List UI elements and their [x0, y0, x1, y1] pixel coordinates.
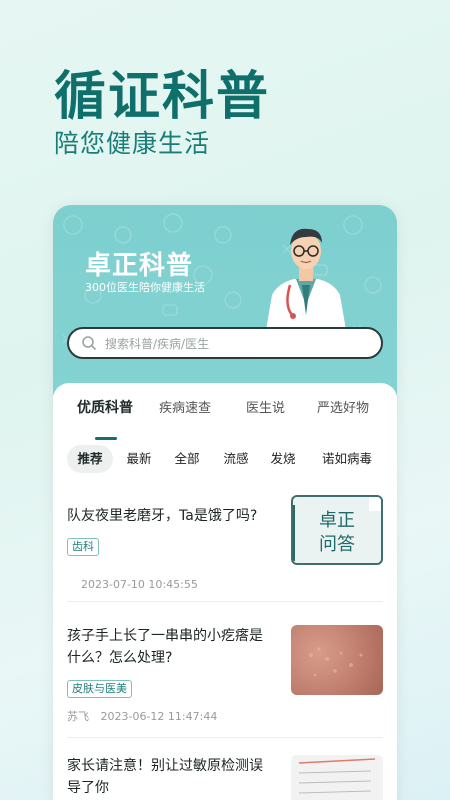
divider: [67, 737, 383, 738]
article-meta: 苏飞 2023-06-12 11:47:44: [67, 708, 383, 724]
article-date: 2023-07-10 10:45:55: [81, 578, 198, 591]
search-input[interactable]: 搜索科普/疾病/医生: [105, 335, 209, 352]
main-content: 优质科普 疾病速查 医生说 严选好物 推荐 最新 全部 流感 发烧 诺如病毒 队…: [53, 383, 397, 800]
filter-fever[interactable]: 发烧: [263, 445, 303, 473]
doctor-illustration: [266, 228, 346, 330]
article-date: 2023-06-12 11:47:44: [100, 710, 218, 723]
hero-subtitle: 陪您健康生活: [54, 129, 211, 158]
search-bar[interactable]: 搜索科普/疾病/医生: [67, 327, 383, 359]
filter-chips: 推荐 最新 全部 流感 发烧 诺如病毒: [53, 445, 397, 475]
document-thumbnail: [291, 755, 383, 800]
article-tag: 齿科: [67, 538, 99, 556]
filter-latest[interactable]: 最新: [119, 445, 159, 473]
tab-disease-lookup[interactable]: 疾病速查: [159, 397, 211, 416]
hero-title: 循证科普: [54, 67, 271, 127]
filter-norovirus[interactable]: 诺如病毒: [313, 445, 381, 473]
article-thumbnail: 卓正 问答: [291, 495, 383, 565]
skin-photo-thumbnail: [291, 625, 383, 695]
article-author: 苏飞: [67, 710, 89, 723]
tab-quality-science[interactable]: 优质科普: [77, 397, 133, 417]
article-title: 孩子手上长了一串串的小疙瘩是 什么？怎么处理?: [67, 628, 263, 666]
article-title: 队友夜里老磨牙，Ta是饿了吗?: [67, 508, 258, 524]
tab-selected-goods[interactable]: 严选好物: [317, 397, 369, 416]
tab-bar: 优质科普 疾病速查 医生说 严选好物: [53, 397, 397, 440]
divider: [67, 601, 383, 602]
app-screen: 卓正科普 300位医生陪你健康生活 搜索科普/疾病/医生 优质科普 疾病速查 医…: [53, 205, 397, 800]
brand-subtitle: 300位医生陪你健康生活: [85, 281, 205, 294]
header-banner: 卓正科普 300位医生陪你健康生活 搜索科普/疾病/医生: [53, 205, 397, 395]
thumbnail-text: 卓正 问答: [319, 510, 355, 555]
article-title: 家长请注意！别让过敏原检测误 导了你: [67, 758, 263, 796]
filter-recommended[interactable]: 推荐: [67, 445, 113, 473]
article-tag: 皮肤与医美: [67, 680, 132, 698]
tab-doctor-says[interactable]: 医生说: [246, 397, 285, 416]
filter-flu[interactable]: 流感: [216, 445, 256, 473]
search-icon: [82, 336, 97, 351]
brand-title: 卓正科普: [85, 251, 194, 281]
filter-all[interactable]: 全部: [167, 445, 207, 473]
active-tab-indicator: [95, 437, 117, 440]
